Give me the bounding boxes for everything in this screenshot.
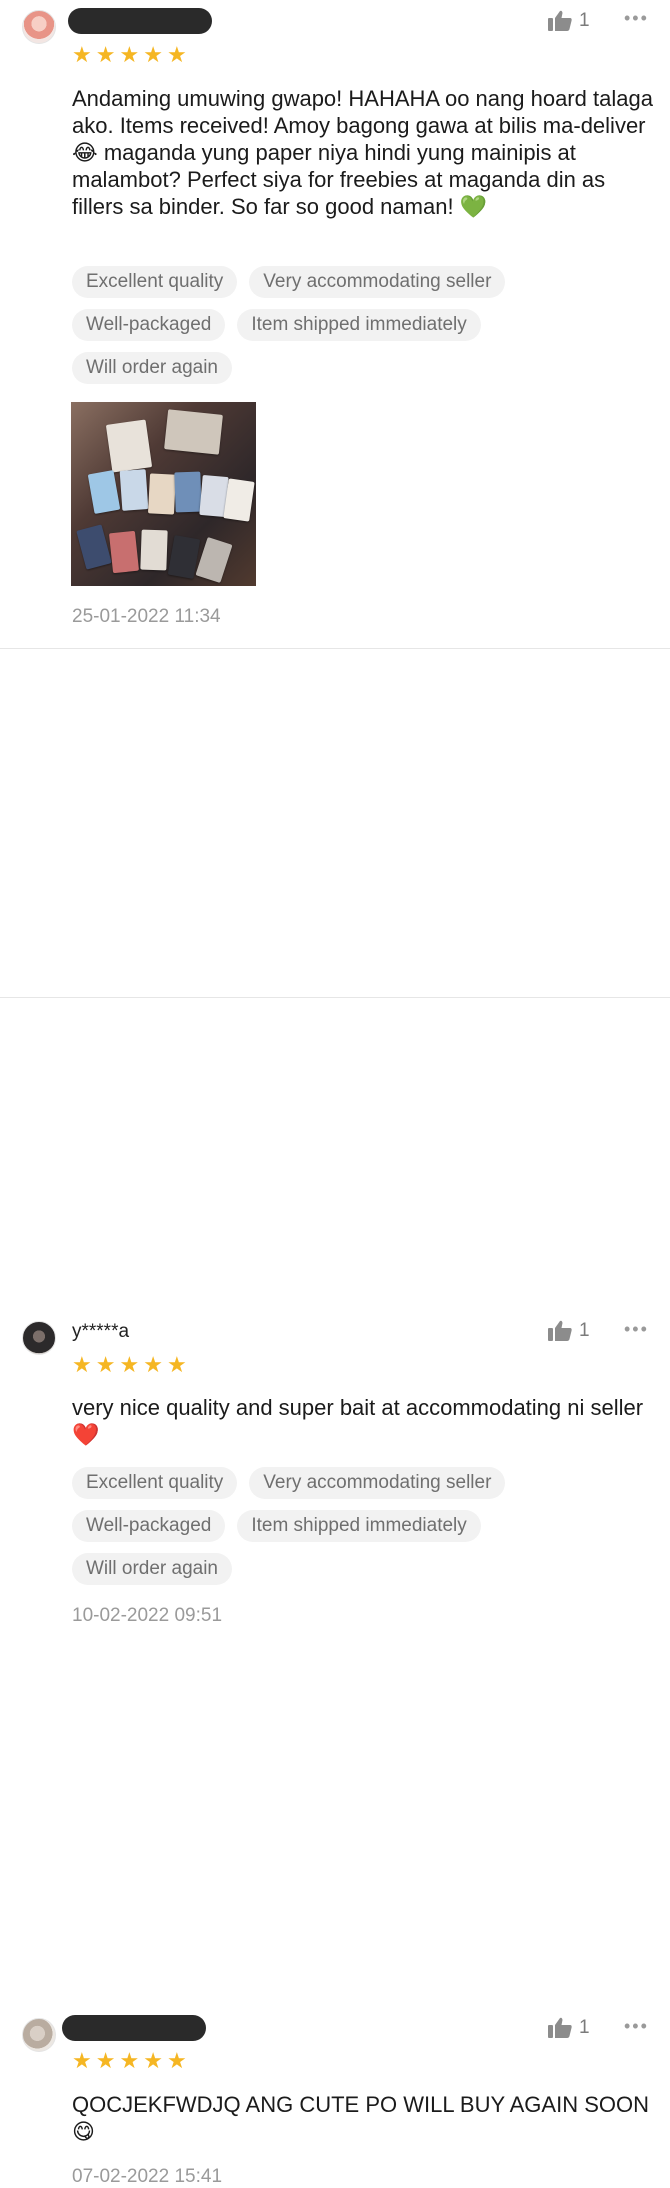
star-icon: ★: [72, 42, 92, 67]
thumbs-up-icon: [548, 10, 572, 31]
review-text: Andaming umuwing gwapo! HAHAHA oo nang h…: [72, 86, 653, 219]
star-icon: ★: [72, 1352, 92, 1377]
review-tags: Excellent quality Very accommodating sel…: [72, 266, 632, 384]
star-icon: ★: [166, 42, 187, 67]
review-tag: Very accommodating seller: [249, 266, 506, 298]
thumbs-up-icon: [548, 2017, 572, 2038]
review-item: y*****a 1 ••• ★ ★ ★ ★ ★ very nice quality an…: [0, 649, 670, 1626]
review-tag: Well-packaged: [72, 309, 226, 341]
more-options-icon[interactable]: •••: [624, 8, 649, 29]
username-redacted: [68, 8, 212, 34]
more-options-icon[interactable]: •••: [624, 1319, 649, 1340]
username-redacted: [62, 2015, 206, 2041]
review-date: 10-02-2022 09:51: [72, 1605, 223, 1626]
star-icon: ★: [119, 42, 140, 67]
star-icon: ★: [143, 2048, 163, 2073]
like-count: 1: [579, 10, 590, 31]
star-rating: ★ ★ ★ ★ ★: [72, 2050, 187, 2072]
like-count: 1: [579, 2017, 590, 2038]
more-options-icon[interactable]: •••: [624, 2016, 649, 2037]
review-tag: Excellent quality: [72, 1467, 238, 1499]
review-tag: Will order again: [72, 1553, 232, 1585]
like-button[interactable]: 1: [547, 1320, 590, 1342]
thumbs-up-icon: [548, 1320, 572, 1341]
star-icon: ★: [95, 1352, 116, 1377]
review-tag: Very accommodating seller: [249, 1467, 506, 1499]
review-item: 1 ••• ★ ★ ★ ★ ★ Andaming umuwing gwapo! HAHA…: [0, 0, 670, 649]
star-icon: ★: [95, 2048, 116, 2073]
review-tags: Excellent quality Very accommodating sel…: [72, 1467, 632, 1585]
star-icon: ★: [119, 2048, 140, 2073]
review-item: 1 ••• ★ ★ ★ ★ ★ QOCJEKFWDJQ ANG CUTE PO WILL…: [0, 998, 670, 2187]
star-icon: ★: [95, 42, 116, 67]
like-button[interactable]: 1: [547, 2017, 590, 2039]
star-rating: ★ ★ ★ ★ ★: [72, 44, 187, 66]
avatar[interactable]: [22, 1321, 56, 1355]
review-tag: Will order again: [72, 352, 232, 384]
review-tag: Item shipped immediately: [237, 1510, 481, 1542]
star-icon: ★: [166, 2048, 187, 2073]
review-date: 25-01-2022 11:34: [72, 606, 221, 627]
review-tag: Item shipped immediately: [237, 309, 481, 341]
avatar[interactable]: [22, 10, 56, 44]
star-icon: ★: [166, 1352, 187, 1377]
star-icon: ★: [143, 1352, 163, 1377]
review-tag: Well-packaged: [72, 1510, 226, 1542]
review-tag: Excellent quality: [72, 266, 238, 298]
star-icon: ★: [72, 2048, 92, 2073]
avatar[interactable]: [22, 2018, 56, 2052]
review-date: 07-02-2022 15:41: [72, 2166, 223, 2187]
review-photo[interactable]: [71, 402, 256, 586]
review-text: QOCJEKFWDJQ ANG CUTE PO WILL BUY AGAIN S…: [72, 2092, 649, 2144]
username[interactable]: y*****a: [72, 1321, 129, 1343]
review-text: very nice quality and super bait at acco…: [72, 1395, 644, 1447]
star-icon: ★: [143, 42, 163, 67]
star-icon: ★: [119, 1352, 140, 1377]
star-rating: ★ ★ ★ ★ ★: [72, 1354, 187, 1376]
like-count: 1: [579, 1320, 590, 1341]
like-button[interactable]: 1: [547, 10, 590, 32]
